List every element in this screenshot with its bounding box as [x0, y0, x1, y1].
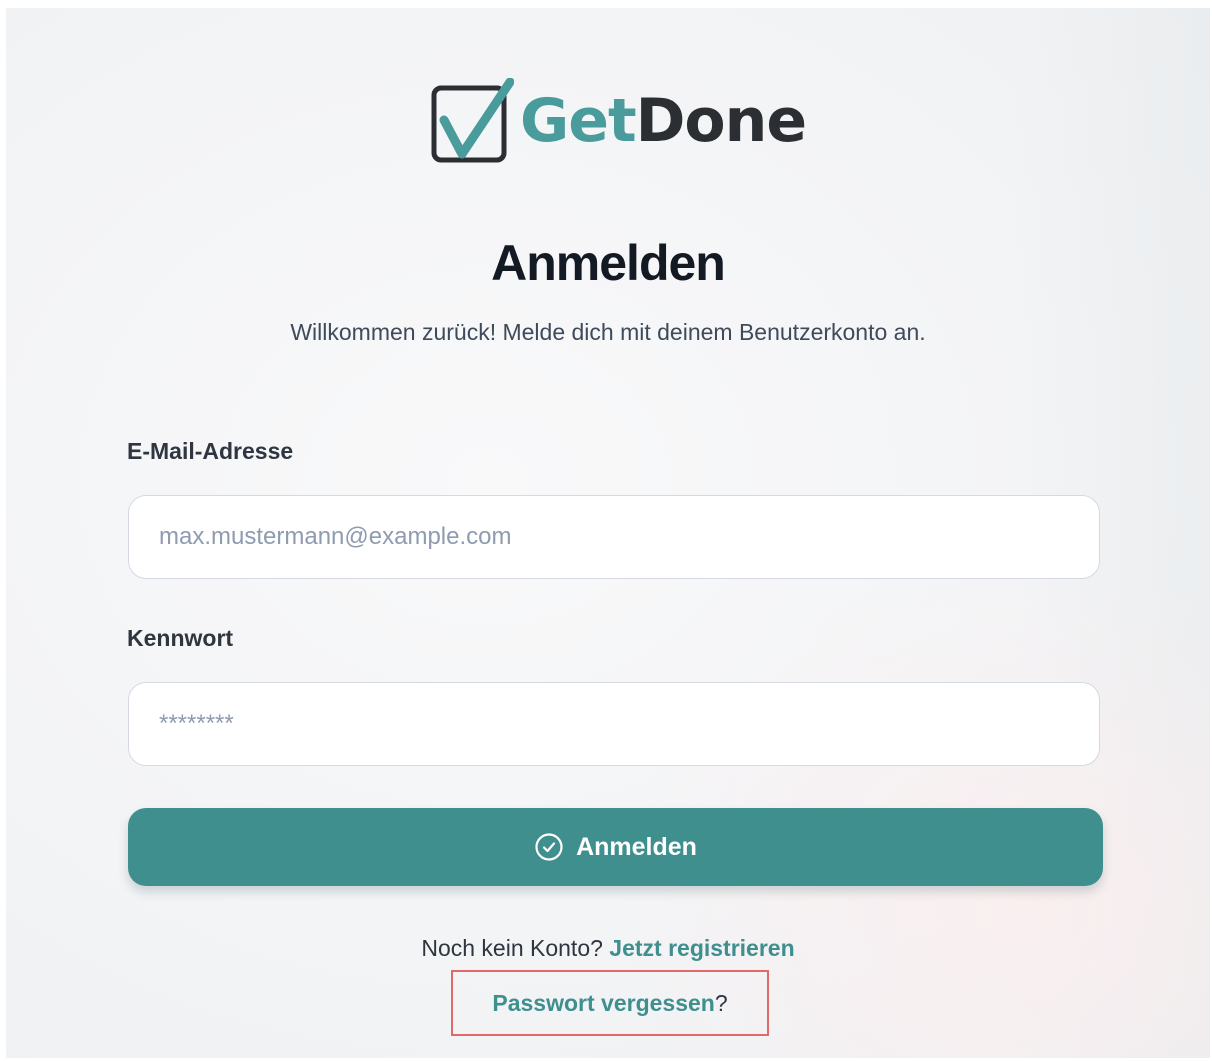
- email-label: E-Mail-Adresse: [127, 438, 294, 464]
- login-button[interactable]: Anmelden: [128, 808, 1103, 886]
- brand-name-part2: Done: [635, 86, 807, 156]
- register-prompt-text: Noch kein Konto?: [421, 935, 610, 961]
- check-circle-icon: [535, 833, 563, 861]
- login-page: GetDone Anmelden Willkommen zurück! Meld…: [6, 8, 1210, 1058]
- email-field[interactable]: [128, 495, 1100, 579]
- brand-logo: GetDone: [430, 76, 807, 166]
- password-field[interactable]: [128, 682, 1100, 766]
- forgot-password-link[interactable]: Passwort vergessen: [492, 990, 714, 1017]
- password-label: Kennwort: [127, 625, 234, 651]
- login-button-label: Anmelden: [576, 832, 697, 861]
- forgot-password-highlight: Passwort vergessen?: [451, 970, 769, 1036]
- register-link[interactable]: Jetzt registrieren: [609, 935, 794, 961]
- register-prompt: Noch kein Konto? Jetzt registrieren: [6, 935, 1210, 962]
- brand-name-part1: Get: [520, 86, 637, 156]
- brand-wordmark: GetDone: [520, 91, 807, 151]
- page-title: Anmelden: [491, 235, 726, 291]
- page-subtitle: Willkommen zurück! Melde dich mit deinem…: [290, 319, 926, 345]
- checkbox-check-icon: [431, 78, 514, 163]
- forgot-password-suffix: ?: [714, 989, 728, 1016]
